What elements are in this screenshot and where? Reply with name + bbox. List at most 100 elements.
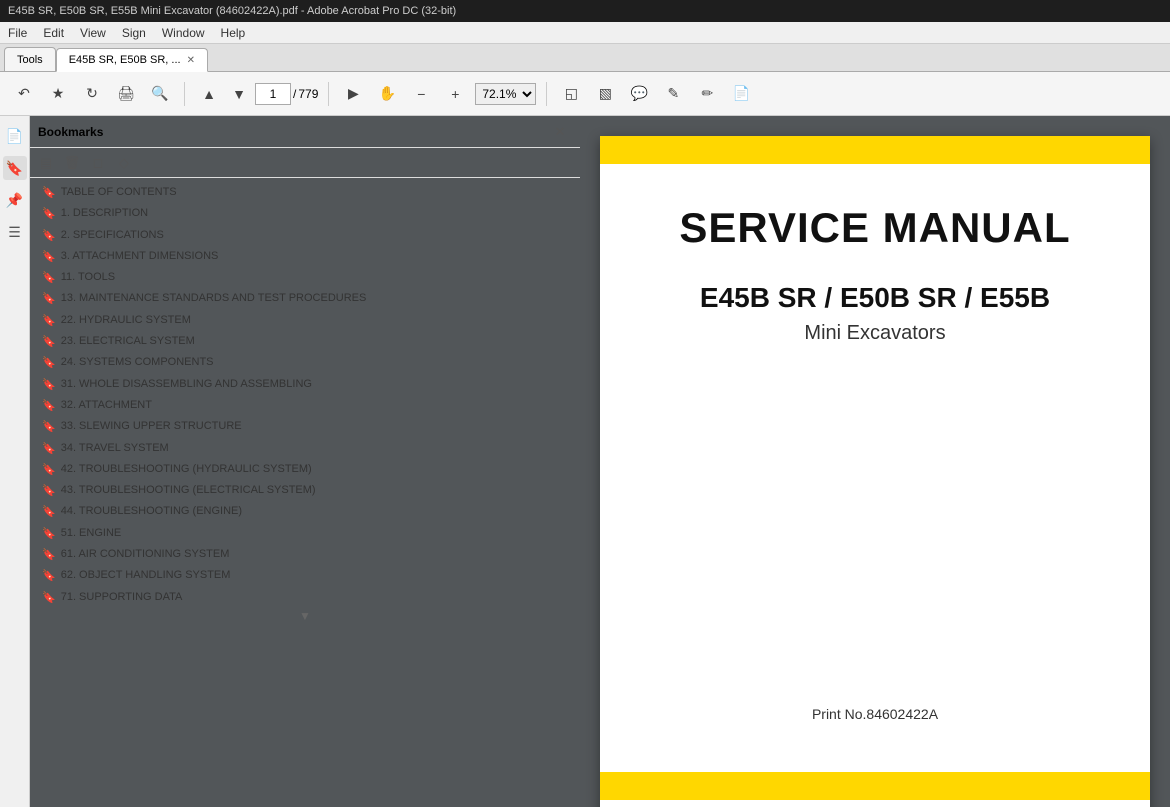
page-down-button[interactable]: ▼	[225, 80, 253, 108]
bookmark-icon: 🔖	[42, 292, 56, 306]
bookmark-label: 33. SLEWING UPPER STRUCTURE	[61, 419, 242, 433]
menu-help[interactable]: Help	[221, 26, 246, 40]
draw-icon[interactable]: ✏	[693, 80, 721, 108]
side-icon-bookmarks[interactable]: 🔖	[3, 156, 27, 180]
bookmark-item-hyd[interactable]: 🔖22. HYDRAULIC SYSTEM	[30, 310, 580, 331]
bookmark-icon: 🔖	[42, 442, 56, 456]
side-icons-panel: 📄 🔖 📌 ☰	[0, 116, 30, 807]
bookmark-item-engine[interactable]: 🔖51. ENGINE	[30, 523, 580, 544]
tab-tools[interactable]: Tools	[4, 47, 56, 71]
yellow-stripe-top	[600, 136, 1150, 164]
bookmark-item-whole[interactable]: 🔖31. WHOLE DISASSEMBLING AND ASSEMBLING	[30, 374, 580, 395]
menu-file[interactable]: File	[8, 26, 27, 40]
bookmark-label: 23. ELECTRICAL SYSTEM	[61, 334, 195, 348]
bookmark-item-desc[interactable]: 🔖1. DESCRIPTION	[30, 203, 580, 224]
bookmark-item-attach2[interactable]: 🔖32. ATTACHMENT	[30, 395, 580, 416]
bookmark-item-troub_eng[interactable]: 🔖44. TROUBLESHOOTING (ENGINE)	[30, 501, 580, 522]
toolbar-search-icon[interactable]: 🔍	[146, 80, 174, 108]
bookmark-label: 61. AIR CONDITIONING SYSTEM	[61, 547, 230, 561]
toolbar-sep-3	[546, 82, 547, 106]
bm-expand-icon[interactable]: ▤	[34, 151, 58, 175]
menu-bar: File Edit View Sign Window Help	[0, 22, 1170, 44]
yellow-stripe-bottom	[600, 772, 1150, 800]
bm-new-icon[interactable]: ◻	[86, 151, 110, 175]
tab-document-label: E45B SR, E50B SR, ...	[69, 54, 181, 66]
bookmarks-panel: Bookmarks ✕ ▤ 🗑 ◻ ◇ 🔖TABLE OF CONTENTS🔖1…	[30, 116, 580, 807]
bookmark-item-toc[interactable]: 🔖 TABLE OF CONTENTS	[30, 182, 580, 203]
bookmark-item-syscomp[interactable]: 🔖 24. SYSTEMS COMPONENTS	[30, 352, 580, 373]
page-separator: /	[293, 87, 296, 101]
toolbar-bookmark-icon[interactable]: ★	[44, 80, 72, 108]
bookmark-item-maint[interactable]: 🔖 13. MAINTENANCE STANDARDS AND TEST PROC…	[30, 288, 580, 309]
bookmark-icon: 🔖	[42, 207, 56, 221]
bookmark-label: 43. TROUBLESHOOTING (ELECTRICAL SYSTEM)	[61, 483, 316, 497]
ruler-icon[interactable]: ▧	[591, 80, 619, 108]
toolbar-back-icon[interactable]: ↶	[10, 80, 38, 108]
bookmark-label: 13. MAINTENANCE STANDARDS AND TEST PROCE…	[61, 291, 367, 305]
bookmark-label: 2. SPECIFICATIONS	[61, 228, 164, 242]
tab-tools-label: Tools	[17, 54, 43, 66]
bookmark-item-ac[interactable]: 🔖61. AIR CONDITIONING SYSTEM	[30, 544, 580, 565]
bookmark-icon: 🔖	[42, 186, 56, 200]
menu-edit[interactable]: Edit	[43, 26, 64, 40]
more-tools-icon[interactable]: 📄	[727, 80, 755, 108]
bookmark-item-tools[interactable]: 🔖 11. TOOLS	[30, 267, 580, 288]
tab-document[interactable]: E45B SR, E50B SR, ... ✕	[56, 48, 208, 72]
bookmark-icon: 🔖	[42, 527, 56, 541]
bookmark-item-support[interactable]: 🔖 71. SUPPORTING DATA	[30, 587, 580, 608]
bm-delete-icon[interactable]: 🗑	[60, 151, 84, 175]
bookmark-label: 11. TOOLS	[61, 270, 115, 284]
bookmark-label: 62. OBJECT HANDLING SYSTEM	[61, 568, 231, 582]
menu-window[interactable]: Window	[162, 26, 205, 40]
bookmark-icon: 🔖	[42, 271, 56, 285]
bookmark-label: 31. WHOLE DISASSEMBLING AND ASSEMBLING	[61, 377, 312, 391]
bookmark-item-attach[interactable]: 🔖3. ATTACHMENT DIMENSIONS	[30, 246, 580, 267]
bookmark-item-obj[interactable]: 🔖62. OBJECT HANDLING SYSTEM	[30, 565, 580, 586]
bottom-section: NH NEW HOLLAND CONSTRUCTION	[600, 772, 1150, 807]
bookmarks-title: Bookmarks	[38, 125, 103, 139]
bm-properties-icon[interactable]: ◇	[112, 151, 136, 175]
bookmark-label: TABLE OF CONTENTS	[61, 185, 177, 199]
bookmark-label: 3. ATTACHMENT DIMENSIONS	[61, 249, 219, 263]
page-number-input[interactable]: 1	[255, 83, 291, 105]
bookmarks-toolbar: ▤ 🗑 ◻ ◇	[30, 148, 580, 178]
nh-logo-area: NH NEW HOLLAND CONSTRUCTION	[600, 800, 1150, 807]
bookmark-item-spec[interactable]: 🔖 2. SPECIFICATIONS	[30, 225, 580, 246]
fit-page-icon[interactable]: ◱	[557, 80, 585, 108]
menu-view[interactable]: View	[80, 26, 106, 40]
bookmark-item-slew[interactable]: 🔖33. SLEWING UPPER STRUCTURE	[30, 416, 580, 437]
model-title: E45B SR / E50B SR / E55B	[700, 282, 1050, 314]
bookmarks-scroll-down[interactable]: ▼	[30, 608, 580, 624]
bookmark-label: 24. SYSTEMS COMPONENTS	[61, 355, 214, 369]
comment-icon[interactable]: 💬	[625, 80, 653, 108]
cursor-select-icon[interactable]: ▶	[339, 80, 367, 108]
pdf-viewer[interactable]: SERVICE MANUAL E45B SR / E50B SR / E55B …	[580, 116, 1170, 807]
bookmark-icon: 🔖	[42, 463, 56, 477]
bookmark-item-troub_hyd[interactable]: 🔖42. TROUBLESHOOTING (HYDRAULIC SYSTEM)	[30, 459, 580, 480]
pdf-page: SERVICE MANUAL E45B SR / E50B SR / E55B …	[600, 136, 1150, 807]
highlight-icon[interactable]: ✎	[659, 80, 687, 108]
page-up-button[interactable]: ▲	[195, 80, 223, 108]
bookmark-item-travel[interactable]: 🔖34. TRAVEL SYSTEM	[30, 438, 580, 459]
zoom-in-icon[interactable]: +	[441, 80, 469, 108]
bookmark-icon: 🔖	[42, 356, 56, 370]
zoom-select[interactable]: 72.1%	[475, 83, 536, 105]
toolbar-print-icon[interactable]: 🖨	[112, 80, 140, 108]
bookmark-icon: 🔖	[42, 591, 56, 605]
bookmark-label: 71. SUPPORTING DATA	[61, 590, 183, 604]
side-icon-page[interactable]: 📄	[3, 124, 27, 148]
toolbar-share-icon[interactable]: ↻	[78, 80, 106, 108]
tab-close-icon[interactable]: ✕	[187, 55, 195, 66]
bookmark-item-elec[interactable]: 🔖23. ELECTRICAL SYSTEM	[30, 331, 580, 352]
bookmarks-close-button[interactable]: ✕	[548, 120, 572, 144]
bookmark-item-troub_elec[interactable]: 🔖 43. TROUBLESHOOTING (ELECTRICAL SYSTEM)	[30, 480, 580, 501]
side-icon-attachment[interactable]: 📌	[3, 188, 27, 212]
menu-sign[interactable]: Sign	[122, 26, 146, 40]
print-number: Print No.84602422A	[812, 706, 938, 722]
zoom-out-icon[interactable]: −	[407, 80, 435, 108]
bookmark-icon: 🔖	[42, 484, 56, 498]
page-content: SERVICE MANUAL E45B SR / E50B SR / E55B …	[600, 164, 1150, 772]
side-icon-layers[interactable]: ☰	[3, 220, 27, 244]
bookmark-icon: 🔖	[42, 229, 56, 243]
hand-tool-icon[interactable]: ✋	[373, 80, 401, 108]
